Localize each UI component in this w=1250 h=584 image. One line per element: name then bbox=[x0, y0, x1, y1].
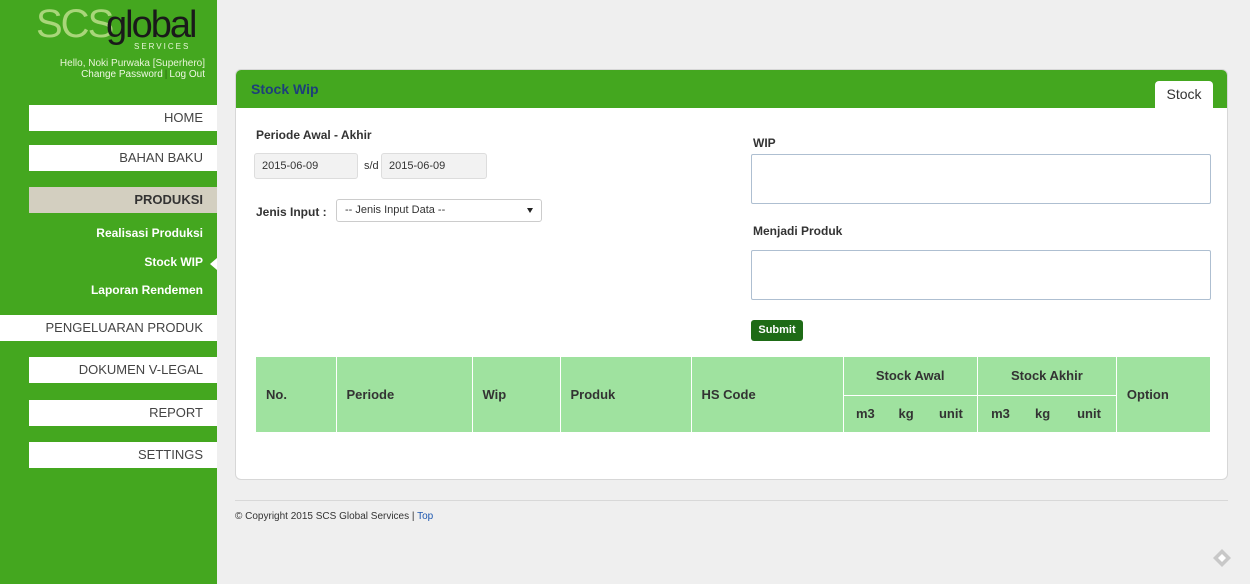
col-option: Option bbox=[1126, 387, 1169, 402]
nav-bahan-baku[interactable]: BAHAN BAKU bbox=[29, 145, 217, 171]
col-hs-code: HS Code bbox=[691, 357, 844, 432]
nav-sub-realisasi-produksi[interactable]: Realisasi Produksi bbox=[96, 226, 203, 240]
col-stock-akhir-m3: m3 bbox=[991, 406, 1010, 422]
col-stock-akhir-kg: kg bbox=[1035, 406, 1051, 422]
col-stock-awal-m3: m3 bbox=[855, 406, 875, 422]
logo-global: global bbox=[106, 4, 197, 46]
logo-scs: SCS bbox=[36, 2, 114, 46]
nav-report[interactable]: REPORT bbox=[29, 400, 217, 426]
panel-title: Stock Wip bbox=[251, 81, 319, 97]
nav-produksi[interactable]: PRODUKSI bbox=[29, 187, 217, 213]
wip-label: WIP bbox=[753, 136, 776, 150]
date-end-input[interactable]: 2015-06-09 bbox=[381, 153, 487, 179]
logo-services: SERVICES bbox=[134, 42, 191, 51]
nav-pengeluaran-produk[interactable]: PENGELUARAN PRODUK bbox=[0, 315, 217, 341]
nav-sub-laporan-rendemen[interactable]: Laporan Rendemen bbox=[91, 283, 203, 297]
col-stock-akhir-unit: unit bbox=[1062, 395, 1117, 432]
jenis-input-select[interactable]: -- Jenis Input Data -- bbox=[336, 199, 542, 222]
link-separator: | bbox=[164, 69, 168, 80]
user-greeting: Hello, Noki Purwaka [Superhero] bbox=[59, 58, 205, 69]
footer-divider bbox=[235, 500, 1228, 501]
col-stock-awal-kg: kg bbox=[898, 406, 914, 422]
stock-table: No. Periode Wip Produk HS Code Stock Awa… bbox=[256, 357, 1210, 432]
menjadi-produk-textarea[interactable] bbox=[751, 250, 1211, 300]
tab-stock[interactable]: Stock bbox=[1155, 81, 1213, 108]
scroll-top-icon[interactable] bbox=[1212, 548, 1232, 568]
col-stock-akhir: Stock Akhir bbox=[977, 357, 1117, 396]
user-links: Change Password | Log Out bbox=[81, 69, 205, 80]
col-produk: Produk bbox=[560, 357, 692, 432]
submit-button[interactable]: Submit bbox=[751, 320, 803, 341]
col-no: No. bbox=[256, 357, 337, 432]
chevron-down-icon bbox=[527, 208, 533, 213]
sd-label: s/d bbox=[364, 160, 379, 172]
jenis-input-value: -- Jenis Input Data -- bbox=[345, 204, 446, 216]
jenis-input-label: Jenis Input : bbox=[256, 205, 327, 219]
footer: © Copyright 2015 SCS Global Services | T… bbox=[235, 511, 433, 522]
nav-dokumen-v-legal[interactable]: DOKUMEN V-LEGAL bbox=[29, 357, 217, 383]
col-stock-awal: Stock Awal bbox=[843, 357, 978, 396]
nav-settings[interactable]: SETTINGS bbox=[29, 442, 217, 468]
wip-textarea[interactable] bbox=[751, 154, 1211, 204]
logout-link[interactable]: Log Out bbox=[169, 69, 205, 80]
panel-header: Stock Wip Stock bbox=[236, 70, 1227, 108]
menjadi-produk-label: Menjadi Produk bbox=[753, 224, 843, 238]
copyright-text: © Copyright 2015 SCS Global Services | bbox=[235, 511, 418, 522]
col-periode: Periode bbox=[336, 357, 473, 432]
change-password-link[interactable]: Change Password bbox=[81, 69, 163, 80]
top-link[interactable]: Top bbox=[417, 511, 433, 522]
scs-global-logo[interactable]: SCS global SERVICES bbox=[36, 2, 197, 54]
nav-sub-stock-wip[interactable]: Stock WIP bbox=[144, 255, 217, 270]
sidebar: SCS global SERVICES Hello, Noki Purwaka … bbox=[0, 0, 217, 584]
stock-wip-panel: Stock Wip Stock Periode Awal - Akhir 201… bbox=[235, 69, 1228, 480]
date-start-input[interactable]: 2015-06-09 bbox=[254, 153, 358, 179]
col-wip: Wip bbox=[472, 357, 561, 432]
periode-label: Periode Awal - Akhir bbox=[256, 128, 372, 142]
nav-home[interactable]: HOME bbox=[29, 105, 217, 131]
col-stock-awal-unit: unit bbox=[924, 395, 978, 432]
